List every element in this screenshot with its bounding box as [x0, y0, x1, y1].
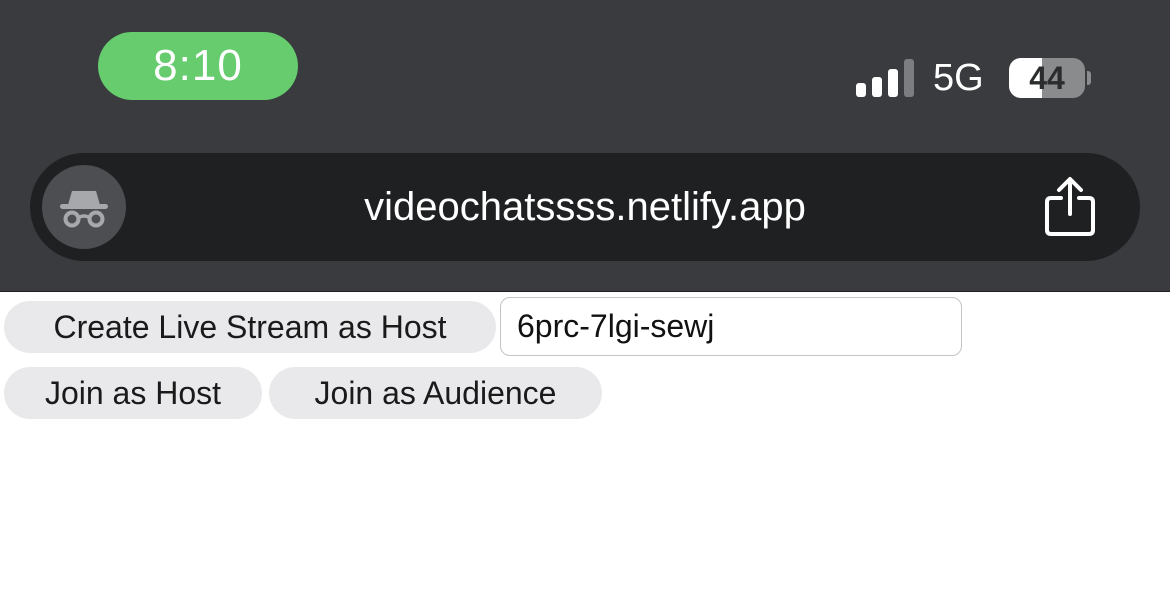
share-icon[interactable] [1038, 173, 1102, 241]
page-content: Create Live Stream as Host Join as Host … [0, 292, 1170, 604]
battery-tip [1087, 71, 1091, 85]
battery-icon: 44 [1009, 58, 1085, 98]
join-as-host-button[interactable]: Join as Host [4, 367, 262, 419]
network-type: 5G [933, 57, 984, 99]
browser-chrome: 8:10 5G 44 videochatssss.netlify.app [0, 0, 1170, 292]
join-as-audience-button[interactable]: Join as Audience [269, 367, 602, 419]
incognito-icon[interactable] [42, 165, 126, 249]
create-live-stream-button[interactable]: Create Live Stream as Host [4, 301, 496, 353]
battery-level: 44 [1029, 59, 1065, 96]
cellular-signal-icon [856, 59, 916, 97]
address-bar[interactable]: videochatssss.netlify.app [30, 153, 1140, 261]
status-time: 8:10 [98, 32, 298, 100]
stream-id-input[interactable] [500, 297, 962, 356]
address-url[interactable]: videochatssss.netlify.app [30, 153, 1140, 261]
